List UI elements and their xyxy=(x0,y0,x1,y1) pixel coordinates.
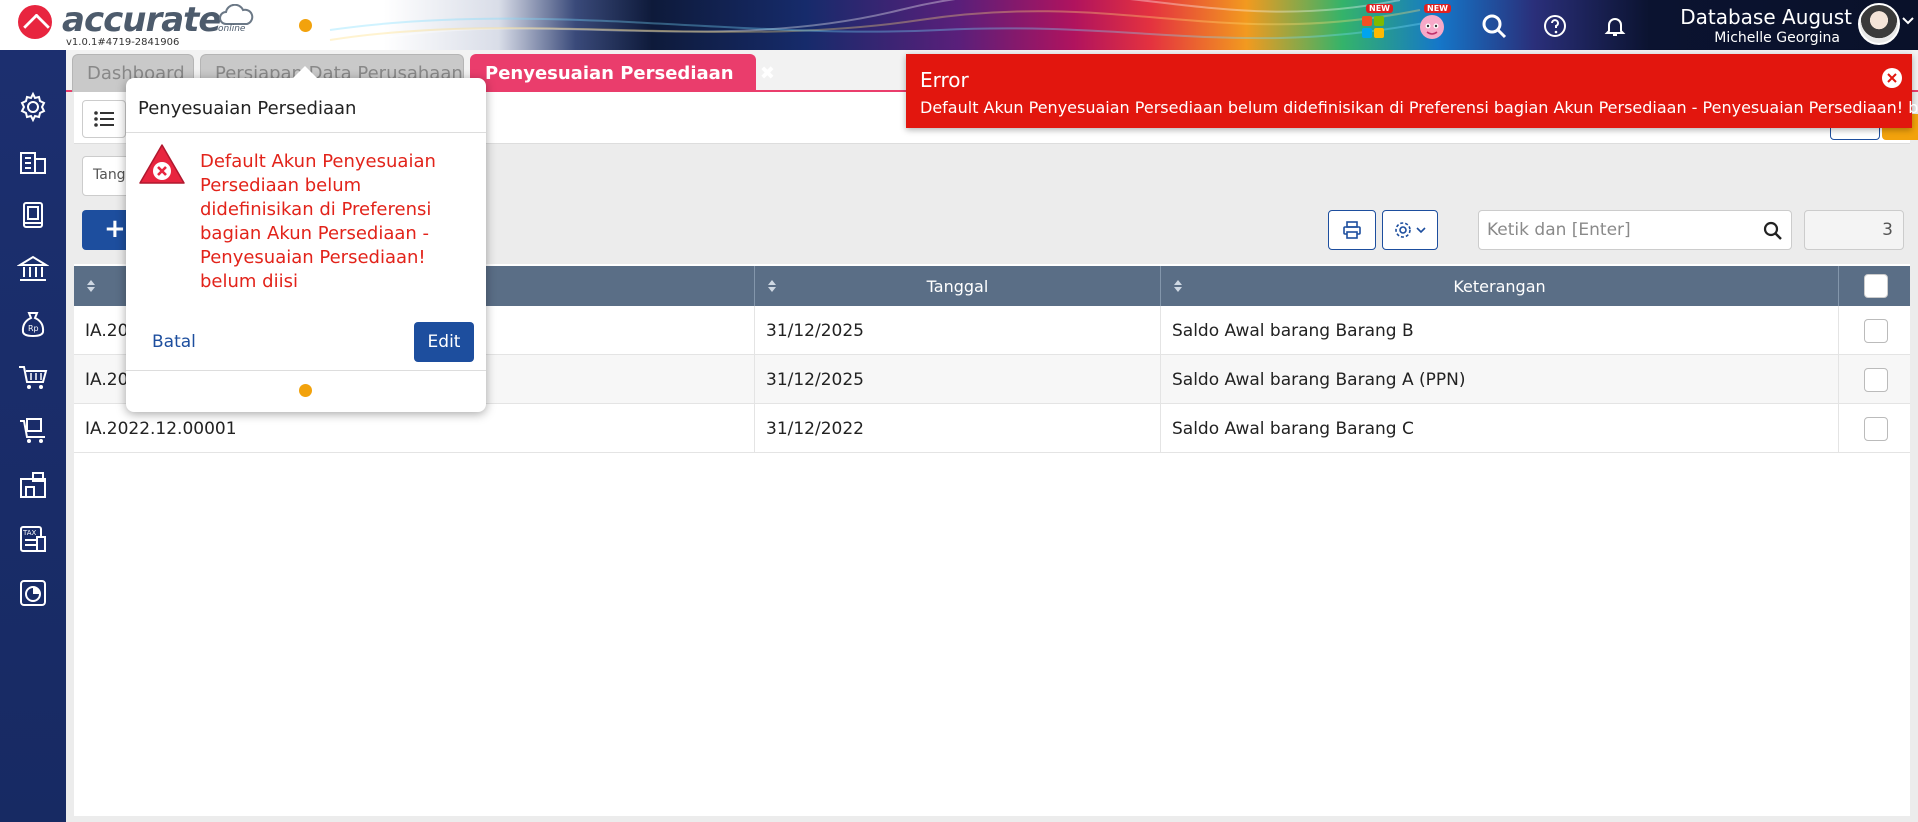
company-icon[interactable] xyxy=(14,142,52,180)
settings-dropdown-button[interactable] xyxy=(1382,210,1438,250)
row-checkbox[interactable] xyxy=(1864,368,1888,392)
cloud-icon xyxy=(219,4,254,25)
cloud-label: online xyxy=(218,24,246,34)
new-badge: NEW xyxy=(1424,4,1451,13)
column-label: Tanggal xyxy=(926,276,989,296)
popover-arrow xyxy=(293,66,317,78)
sort-icon[interactable] xyxy=(1173,279,1183,293)
divider xyxy=(126,370,486,371)
error-notification: Error Default Akun Penyesuaian Persediaa… xyxy=(906,54,1918,128)
edit-button[interactable]: Edit xyxy=(414,322,474,362)
cell-tanggal: 31/12/2025 xyxy=(755,355,1161,404)
status-dot xyxy=(299,19,312,32)
close-icon[interactable] xyxy=(1882,68,1902,88)
settings-icon[interactable] xyxy=(14,88,52,126)
cell-tanggal: 31/12/2025 xyxy=(755,306,1161,355)
sort-icon[interactable] xyxy=(86,279,96,293)
avatar[interactable] xyxy=(1858,3,1900,45)
cart-icon[interactable] xyxy=(14,358,52,396)
cell-keterangan: Saldo Awal barang Barang B xyxy=(1161,306,1839,355)
column-header-keterangan[interactable]: Keterangan xyxy=(1161,266,1839,306)
svg-text:TAX: TAX xyxy=(22,529,37,537)
column-header-tanggal[interactable]: Tanggal xyxy=(755,266,1161,306)
chevron-down-icon xyxy=(1416,227,1426,234)
print-button[interactable] xyxy=(1328,210,1376,250)
row-checkbox[interactable] xyxy=(1864,417,1888,441)
printer-icon xyxy=(1343,221,1361,239)
row-checkbox[interactable] xyxy=(1864,319,1888,343)
cell-keterangan: Saldo Awal barang Barang C xyxy=(1161,404,1839,453)
search-field[interactable] xyxy=(1478,210,1792,250)
svg-text:Rp: Rp xyxy=(28,324,39,333)
gear-icon xyxy=(1395,222,1411,238)
search-icon[interactable] xyxy=(1478,10,1510,42)
new-badge: NEW xyxy=(1366,4,1393,13)
version-label: v1.0.1#4719-2841906 xyxy=(66,37,180,48)
cell-tanggal: 31/12/2022 xyxy=(755,404,1161,453)
error-warning-icon xyxy=(139,144,185,184)
bell-icon[interactable] xyxy=(1599,10,1631,42)
tab-label: Penyesuaian Persediaan xyxy=(485,63,734,84)
divider xyxy=(126,132,486,133)
apps-icon[interactable]: NEW xyxy=(1358,4,1393,42)
brand-name: accurate xyxy=(62,0,221,40)
book-icon[interactable] xyxy=(14,196,52,234)
tax-icon[interactable]: TAX xyxy=(14,520,52,558)
accurate-logo-icon[interactable] xyxy=(18,5,52,39)
help-icon[interactable] xyxy=(1539,10,1571,42)
warehouse-icon[interactable] xyxy=(14,466,52,504)
error-message: Default Akun Penyesuaian Persediaan belu… xyxy=(920,98,1918,117)
delivery-cart-icon[interactable] xyxy=(14,412,52,450)
report-icon[interactable] xyxy=(14,574,52,612)
search-input[interactable] xyxy=(1479,211,1749,249)
status-dot xyxy=(299,384,312,397)
validation-popover: Penyesuaian Persediaan Default Akun Peny… xyxy=(126,66,486,412)
sidebar: Rp TAX xyxy=(0,50,66,822)
cancel-button[interactable]: Batal xyxy=(152,332,196,352)
select-all-checkbox[interactable] xyxy=(1864,274,1888,298)
record-count: 3 xyxy=(1804,210,1904,250)
list-view-button[interactable] xyxy=(82,100,126,138)
assistant-icon[interactable]: NEW xyxy=(1416,4,1451,42)
error-title: Error xyxy=(920,68,969,92)
app-header: accurate online v1.0.1#4719-2841906 NEW … xyxy=(0,0,1918,50)
popover-message: Default Akun Penyesuaian Persediaan belu… xyxy=(200,151,436,292)
chevron-down-icon[interactable] xyxy=(1902,16,1914,26)
cell-keterangan: Saldo Awal barang Barang A (PPN) xyxy=(1161,355,1839,404)
column-label: Keterangan xyxy=(1453,276,1546,296)
tab-penyesuaian-persediaan[interactable]: Penyesuaian Persediaan ✖ xyxy=(470,54,775,92)
database-name[interactable]: Database August xyxy=(1680,5,1852,29)
money-bag-icon[interactable]: Rp xyxy=(14,304,52,342)
user-name[interactable]: Michelle Georgina xyxy=(1714,30,1840,46)
sort-icon[interactable] xyxy=(767,279,777,293)
search-icon[interactable] xyxy=(1763,221,1783,241)
close-icon[interactable]: ✖ xyxy=(760,63,775,84)
list-icon xyxy=(94,111,114,127)
popover-title: Penyesuaian Persediaan xyxy=(138,98,357,119)
bank-icon[interactable] xyxy=(14,250,52,288)
